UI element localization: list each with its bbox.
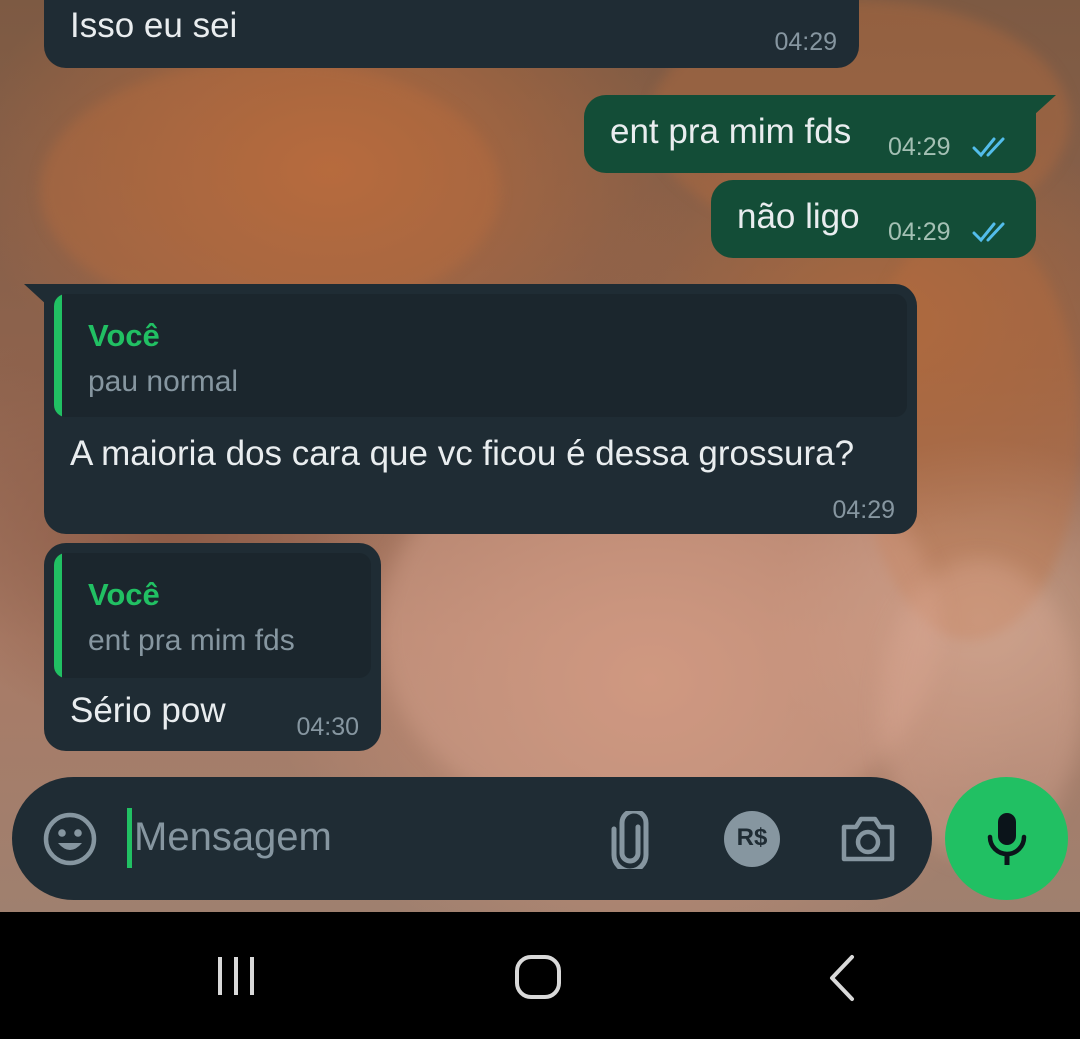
message-text: não ligo [737,197,860,236]
message-bubble-incoming[interactable]: Você pau normal A maioria dos cara que v… [44,284,917,534]
message-time: 04:29 [888,133,951,161]
message-composer[interactable]: Mensagem R$ [12,777,932,900]
quote-accent-bar [54,294,62,417]
quoted-message[interactable]: Você pau normal [54,294,907,417]
chat-screen: Isso eu sei 04:29 ent pra mim fds 04:29 … [0,0,1080,1039]
message-time: 04:29 [832,496,895,524]
message-bubble-outgoing[interactable]: ent pra mim fds 04:29 [584,95,1036,173]
attach-icon[interactable] [608,811,652,869]
message-bubble-outgoing[interactable]: não ligo 04:29 [711,180,1036,258]
read-receipt-icon [972,222,1005,243]
recent-apps-icon[interactable] [214,955,258,997]
quote-text: pau normal [88,365,239,398]
quoted-message[interactable]: Você ent pra mim fds [54,553,371,678]
payment-icon[interactable]: R$ [724,811,780,867]
message-text: ent pra mim fds [610,112,852,151]
mic-icon [987,813,1027,865]
message-input[interactable]: Mensagem [134,815,332,860]
message-time: 04:29 [774,28,837,56]
camera-icon[interactable] [840,813,896,865]
text-cursor [127,808,132,868]
emoji-icon[interactable] [42,811,98,867]
system-navigation-bar [0,912,1080,1039]
message-time: 04:30 [296,713,359,741]
quote-author: Você [88,577,160,612]
message-bubble-incoming[interactable]: Você ent pra mim fds Sério pow 04:30 [44,543,381,751]
quote-text: ent pra mim fds [88,624,295,657]
message-bubble-incoming[interactable]: Isso eu sei 04:29 [44,0,859,68]
quote-accent-bar [54,553,62,678]
message-text: Isso eu sei [70,6,238,45]
read-receipt-icon [972,137,1005,158]
payment-label: R$ [736,824,768,851]
quote-author: Você [88,318,160,353]
voice-message-button[interactable] [945,777,1068,900]
back-icon[interactable] [826,954,858,1002]
message-time: 04:29 [888,218,951,246]
bubble-tail [1034,95,1056,115]
home-icon[interactable] [514,954,562,1000]
message-text: Sério pow [70,691,226,730]
message-text: A maioria dos cara que vc ficou é dessa … [70,434,855,473]
